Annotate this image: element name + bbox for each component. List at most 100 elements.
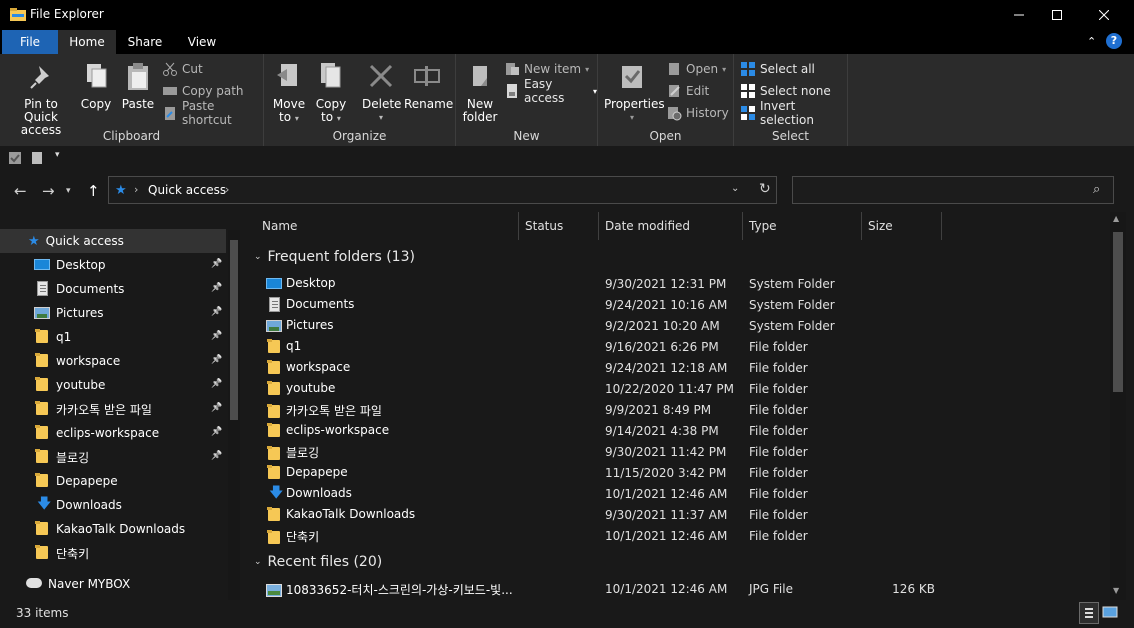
pin-icon[interactable]: 📌 [211,379,222,389]
scroll-up-icon[interactable]: ▲ [1113,214,1119,223]
help-icon[interactable]: ? [1106,33,1122,49]
customize-qat-icon[interactable]: ▾ [55,150,60,160]
properties-button[interactable]: Properties ▾ [604,58,665,124]
open-button[interactable]: Open ▾ [666,59,726,79]
nav-item[interactable]: Pictures 📌 [0,301,226,325]
nav-scrollbar-thumb[interactable] [230,240,238,420]
tab-home[interactable]: Home [58,30,116,54]
column-type[interactable]: Type [743,212,862,240]
breadcrumb-quick-access[interactable]: Quick access [148,183,226,197]
group-recent-files[interactable]: ⌄ Recent files (20) [254,551,382,573]
close-button[interactable] [1081,0,1127,30]
properties-qat-icon[interactable] [8,151,22,165]
file-row[interactable]: eclips-workspace 9/14/2021 4:38 PM File fo… [246,420,1101,441]
search-box[interactable]: ⌕ [792,176,1114,204]
file-row[interactable]: 블로깅 9/30/2021 11:42 PM File folder [246,441,1101,462]
details-view-button[interactable] [1079,602,1099,624]
nav-item[interactable]: 🡇 Downloads [0,493,226,517]
new-folder-qat-icon[interactable] [30,151,44,165]
nav-item[interactable]: Desktop 📌 [0,253,226,277]
nav-item[interactable]: Documents 📌 [0,277,226,301]
file-row[interactable]: KakaoTalk Downloads 9/30/2021 11:37 AM Fil… [246,504,1101,525]
column-name[interactable]: Name [256,212,519,240]
refresh-icon[interactable]: ↻ [759,181,771,197]
tab-view[interactable]: View [178,30,226,54]
column-status[interactable]: Status [519,212,599,240]
pin-icon[interactable]: 📌 [211,307,222,317]
forward-arrow-icon[interactable]: → [42,182,55,200]
tab-share[interactable]: Share [120,30,170,54]
select-all-button[interactable]: Select all [740,59,815,79]
search-icon[interactable]: ⌕ [1093,182,1100,197]
column-date-modified[interactable]: Date modified [599,212,743,240]
paste-shortcut-button[interactable]: Paste shortcut [162,99,263,127]
nav-scrollbar[interactable] [228,230,240,600]
pin-icon[interactable]: 📌 [211,355,222,365]
scroll-down-icon[interactable]: ▼ [1113,586,1119,595]
search-input[interactable] [797,181,1077,199]
copy-path-button[interactable]: Copy path [162,81,244,101]
pin-icon[interactable]: 📌 [211,451,222,461]
invert-selection-button[interactable]: Invert selection [740,99,847,127]
pin-to-quick-access-button[interactable]: Pin to Quick access [6,58,76,137]
back-arrow-icon[interactable]: ← [14,182,27,200]
cut-button[interactable]: Cut [162,59,203,79]
nav-item[interactable]: workspace 📌 [0,349,226,373]
content-scrollbar-thumb[interactable] [1113,232,1123,392]
pin-icon[interactable]: 📌 [211,283,222,293]
column-size[interactable]: Size [862,212,942,240]
file-row[interactable]: youtube 10/22/2020 11:47 PM File folder [246,378,1101,399]
new-folder-button[interactable]: New folder [462,58,498,124]
nav-item[interactable]: 카카오톡 받은 파일 📌 [0,397,226,421]
nav-item-label: eclips-workspace [56,426,160,440]
pin-icon[interactable]: 📌 [211,427,222,437]
group-frequent-folders[interactable]: ⌄ Frequent folders (13) [254,246,415,268]
ribbon-tabs: File Home Share View ⌃ ? [0,30,1134,54]
address-bar[interactable]: ★ › Quick access › ⌄ ↻ [108,176,777,204]
paste-button[interactable]: Paste [120,58,156,111]
delete-button[interactable]: Delete ▾ [362,58,401,124]
up-arrow-icon[interactable]: ↑ [87,182,100,200]
nav-item[interactable]: q1 📌 [0,325,226,349]
copy-button[interactable]: Copy [78,58,114,111]
pin-icon[interactable]: 📌 [211,331,222,341]
breadcrumb-separator-icon[interactable]: › [134,183,138,196]
edit-button[interactable]: Edit [666,81,709,101]
pin-icon[interactable]: 📌 [211,403,222,413]
move-to-button[interactable]: Move to ▾ [270,58,308,125]
file-row[interactable]: workspace 9/24/2021 12:18 AM File folder [246,357,1101,378]
file-row[interactable]: 카카오톡 받은 파일 9/9/2021 8:49 PM File folder [246,399,1101,420]
file-name: Pictures [286,318,334,332]
easy-access-button[interactable]: Easy access ▾ [504,77,597,105]
nav-quick-access[interactable]: ★ Quick access [0,229,226,253]
rename-button[interactable]: Rename [404,58,453,111]
maximize-button[interactable] [1034,0,1080,30]
file-row[interactable]: q1 9/16/2021 6:26 PM File folder [246,336,1101,357]
nav-item[interactable]: KakaoTalk Downloads [0,517,226,541]
large-icons-view-button[interactable] [1101,602,1121,624]
content-scrollbar[interactable]: ▲ ▼ [1110,212,1126,600]
copy-to-button[interactable]: Copy to ▾ [312,58,350,125]
nav-item[interactable]: youtube 📌 [0,373,226,397]
file-row[interactable]: Documents 9/24/2021 10:16 AM System Folder [246,294,1101,315]
select-none-button[interactable]: Select none [740,81,831,101]
breadcrumb-chevron-icon[interactable]: › [225,183,229,196]
file-row[interactable]: Desktop 9/30/2021 12:31 PM System Folder [246,273,1101,294]
file-row[interactable]: 단축키 10/1/2021 12:46 AM File folder [246,525,1101,546]
nav-item[interactable]: Depapepe [0,469,226,493]
history-button[interactable]: History [666,103,729,123]
nav-item[interactable]: 단축키 [0,541,226,565]
pin-icon[interactable]: 📌 [211,259,222,269]
recent-locations-icon[interactable]: ▾ [66,186,71,196]
address-dropdown-icon[interactable]: ⌄ [731,183,739,194]
collapse-ribbon-icon[interactable]: ⌃ [1087,35,1096,48]
nav-item[interactable]: eclips-workspace 📌 [0,421,226,445]
new-item-button[interactable]: New item ▾ [504,59,589,79]
file-row[interactable]: Pictures 9/2/2021 10:20 AM System Folder [246,315,1101,336]
file-row[interactable]: 🡇 Downloads 10/1/2021 12:46 AM File folder [246,483,1101,504]
tab-file[interactable]: File [2,30,58,54]
nav-naver-mybox[interactable]: Naver MYBOX [0,572,226,596]
file-row[interactable]: Depapepe 11/15/2020 3:42 PM File folder [246,462,1101,483]
file-row[interactable]: 10833652-터치-스크린의-가상-키보드-빛... 10/1/2021 12… [246,578,1101,599]
nav-item[interactable]: 블로깅 📌 [0,445,226,469]
